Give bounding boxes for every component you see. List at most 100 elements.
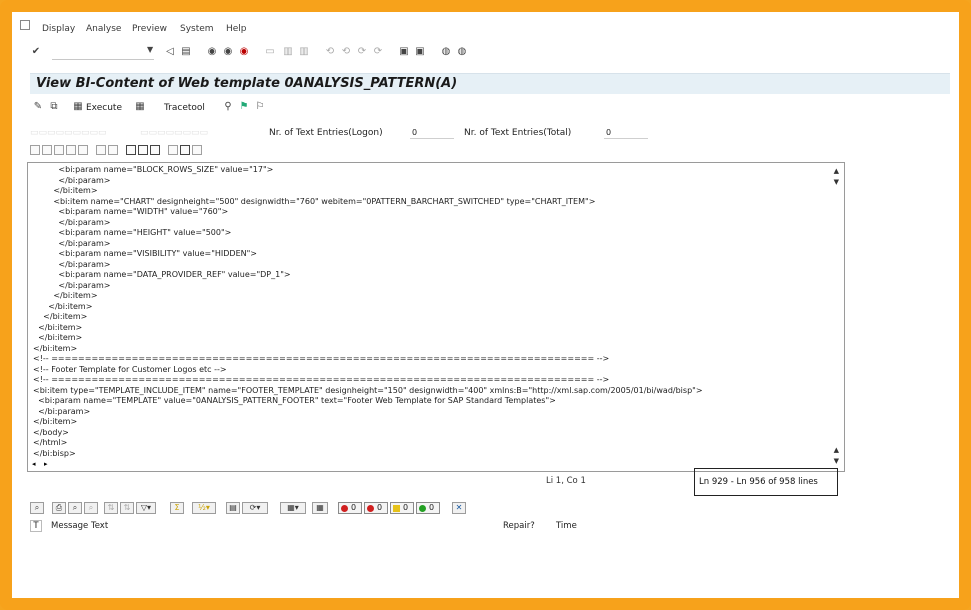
scroll-down-icon[interactable]: ▼ [834, 457, 839, 465]
menu-preview[interactable]: Preview [132, 24, 167, 34]
editor-tool-icon[interactable] [66, 145, 76, 155]
editor-tool-icon[interactable] [138, 145, 148, 155]
where-used-icon[interactable]: ⚲ [222, 101, 234, 113]
last-page-icon[interactable]: ⟳ [372, 46, 384, 58]
editor-tool-icon[interactable] [42, 145, 52, 155]
command-field[interactable] [52, 45, 154, 60]
message-toolbar: ⌕ ⎙ ⌕ ⌕ ⇅ ⇅ ▽▾ Σ ½▾ ▤ ⟳▾ ▦▾ ▦ 0 0 0 0 ✕ [30, 500, 490, 518]
message-text-column-header[interactable]: Message Text [51, 521, 108, 531]
code-line: </html> [33, 438, 68, 447]
find-next-list-icon[interactable]: ⌕ [84, 502, 98, 514]
view-icon[interactable]: ▤ [226, 502, 240, 514]
filter-icon[interactable]: ▽▾ [136, 502, 156, 514]
print-list-icon[interactable]: ⎙ [52, 502, 66, 514]
tracetool-button[interactable]: Tracetool [164, 103, 205, 113]
print-icon[interactable]: ▭ [264, 46, 276, 58]
cancel-icon[interactable]: ◉ [238, 46, 250, 58]
layout-menu-icon[interactable]: ◍ [456, 46, 468, 58]
table-icon[interactable]: ▦ [134, 101, 146, 113]
editor-tool-icon[interactable] [180, 145, 190, 155]
warning-count-badge[interactable]: 0 [390, 502, 414, 514]
shortcut-icon[interactable]: ▣ [414, 46, 426, 58]
editor-tool-icon[interactable] [30, 145, 40, 155]
scroll-down-top-icon[interactable]: ▼ [834, 178, 839, 186]
command-history-icon[interactable]: ▼ [147, 45, 153, 54]
back-icon[interactable]: ◉ [206, 46, 218, 58]
help-icon[interactable]: ◍ [440, 46, 452, 58]
sum-icon[interactable]: Σ [170, 502, 184, 514]
find-list-icon[interactable]: ⌕ [68, 502, 82, 514]
error-count-badge[interactable]: 0 [338, 502, 362, 514]
subtotal-icon[interactable]: ½▾ [192, 502, 216, 514]
code-line: <bi:item name="CHART" designheight="500"… [33, 196, 596, 206]
back-arrow-icon[interactable]: ◁ [164, 46, 176, 58]
code-line: </bi:param> [33, 280, 111, 290]
scroll-up-bottom-icon[interactable]: ▲ [834, 446, 839, 454]
editor-tool-icon[interactable] [54, 145, 64, 155]
repair-column-header[interactable]: Repair? [503, 521, 535, 531]
prev-page-icon[interactable]: ⟲ [340, 46, 352, 58]
red-light-icon [367, 505, 374, 512]
code-line: <bi:param name="BLOCK_ROWS_SIZE" value="… [33, 165, 274, 174]
info-bar: ▭▭▭▭▭▭▭▭▭ ▭▭▭▭▭▭▭▭ Nr. of Text Entries(L… [30, 126, 950, 142]
code-line: <bi:param name="VISIBILITY" value="HIDDE… [33, 249, 257, 258]
warning-triangle-icon [393, 505, 400, 512]
editor-tool-icon[interactable] [168, 145, 178, 155]
menu-system[interactable]: System [180, 24, 214, 34]
success-count-badge[interactable]: 0 [416, 502, 440, 514]
execute-button[interactable]: Execute [86, 103, 122, 113]
next-page-icon[interactable]: ⟳ [356, 46, 368, 58]
editor-tool-icon[interactable] [126, 145, 136, 155]
details-icon[interactable]: ⌕ [30, 502, 44, 514]
scroll-right-icon[interactable]: ▸ [44, 460, 48, 468]
type-column-header[interactable]: T [30, 520, 42, 532]
green-light-icon [419, 505, 426, 512]
new-session-icon[interactable]: ▣ [398, 46, 410, 58]
scroll-up-icon[interactable]: ▲ [834, 167, 839, 175]
faded-field-left: ▭▭▭▭▭▭▭▭▭ [30, 128, 107, 138]
layout-icon[interactable]: ▦▾ [280, 502, 306, 514]
code-editor[interactable]: <bi:param name="BLOCK_ROWS_SIZE" value="… [27, 162, 845, 472]
menu-display[interactable]: Display [42, 24, 75, 34]
find-icon[interactable]: ▥ [282, 46, 294, 58]
editor-tool-icon[interactable] [150, 145, 160, 155]
code-line: <bi:param name="WIDTH" value="760"> [33, 207, 229, 216]
code-line: </bi:item> [33, 417, 78, 426]
checkered-flag-icon[interactable]: ⚐ [254, 101, 266, 113]
editor-tool-icon[interactable] [78, 145, 88, 155]
save-icon[interactable]: ▤ [180, 46, 192, 58]
display-change-icon[interactable]: ✎ [32, 101, 44, 113]
editor-toolbar [30, 143, 330, 159]
copy-icon[interactable]: ⧉ [48, 101, 60, 113]
code-line: <!-- ===================================… [33, 375, 610, 384]
exit-icon[interactable]: ◉ [222, 46, 234, 58]
scroll-left-icon[interactable]: ◂ [32, 460, 36, 468]
page-title: View BI-Content of Web template 0ANALYSI… [36, 76, 458, 91]
code-line: </bi:param> [33, 238, 111, 248]
code-line: </bi:item> [33, 186, 98, 195]
code-line: </bi:item> [33, 333, 83, 342]
close-log-icon[interactable]: ✕ [452, 502, 466, 514]
first-page-icon[interactable]: ⟲ [324, 46, 336, 58]
total-entries-field: 0 [604, 126, 648, 139]
menu-help[interactable]: Help [226, 24, 247, 34]
menu-analyse[interactable]: Analyse [86, 24, 121, 34]
faded-field-mid: ▭▭▭▭▭▭▭▭ [140, 128, 209, 138]
execute-icon[interactable]: ▦ [72, 101, 84, 113]
flag-icon[interactable]: ⚑ [238, 101, 250, 113]
export-icon[interactable]: ⟳▾ [242, 502, 268, 514]
standard-toolbar: ✔ ▼ ◁ ▤ ◉ ◉ ◉ ▭ ▥ ▥ ⟲ ⟲ ⟳ ⟳ ▣ ▣ ◍ ◍ [12, 42, 959, 62]
time-column-header[interactable]: Time [556, 521, 577, 531]
logon-entries-value: 0 [412, 128, 418, 137]
error2-count-badge[interactable]: 0 [364, 502, 388, 514]
editor-tool-icon[interactable] [108, 145, 118, 155]
find-next-icon[interactable]: ▥ [298, 46, 310, 58]
enter-check-icon[interactable]: ✔ [30, 46, 42, 58]
code-line: </bi:item> [33, 322, 83, 332]
code-line: </bi:param> [33, 175, 111, 185]
editor-tool-icon[interactable] [96, 145, 106, 155]
sort-asc-icon[interactable]: ⇅ [104, 502, 118, 514]
sort-desc-icon[interactable]: ⇅ [120, 502, 134, 514]
editor-tool-icon[interactable] [192, 145, 202, 155]
grid-icon[interactable]: ▦ [312, 502, 328, 514]
